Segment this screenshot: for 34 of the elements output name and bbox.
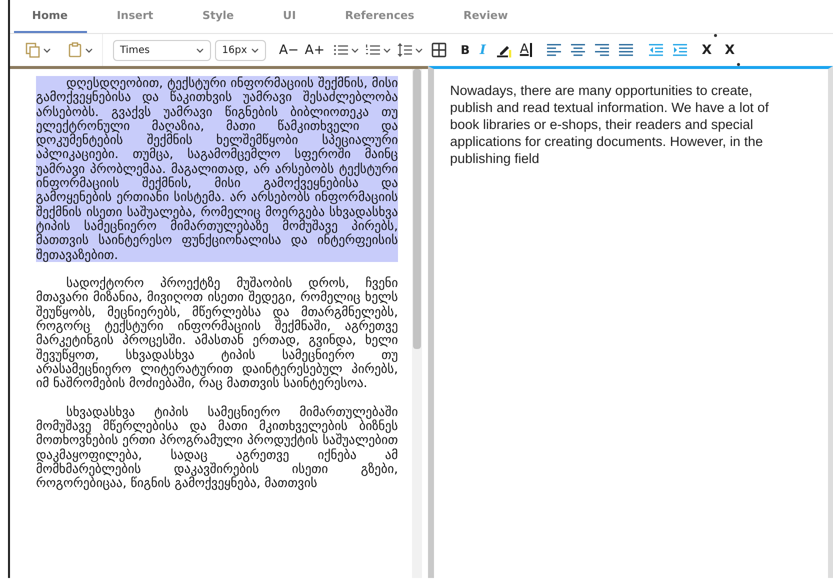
- align-center-icon: [570, 42, 586, 58]
- font-color-button[interactable]: A: [516, 38, 535, 62]
- font-dropdown[interactable]: Times: [113, 40, 211, 60]
- clipboard-icon: [67, 42, 83, 58]
- ribbon-tab[interactable]: Home: [14, 0, 87, 33]
- copy-icon: [25, 42, 41, 58]
- subscript-button[interactable]: X: [722, 38, 743, 62]
- dot-icon: [714, 34, 717, 37]
- bold-button[interactable]: B: [458, 38, 473, 62]
- caret-icon: [251, 48, 259, 52]
- indent-icon: [672, 42, 688, 58]
- align-left-icon: [546, 42, 562, 58]
- justify-icon: [618, 42, 634, 58]
- superscript-button[interactable]: X: [698, 38, 720, 62]
- caret-icon: [85, 48, 93, 52]
- scrollbar[interactable]: [412, 69, 422, 578]
- paragraph: Nowadays, there are many opportunities to create, publish and read textual information. We have a lot of book libraries or e-shops, their readers and special applications for creating documents. However, in the publishing field: [450, 82, 770, 167]
- paragraph: სხვადასხვა ტიპის სამეცნიერო მიმართულებაში მომუშავე მწერლებისა და მათი მკითხველების ბიზნეს მოთხოვნების ერთი პროგრამული პროდუქტის საშუალებით დაკმაყოფილება, სადაც აგრეთვე იქნება ამ მომხმარებლების დაკავშირების ისეთი გზები, როგორებიცაა, წიგნის გამოქვეყნება, მათთვის: [36, 404, 398, 491]
- decrease-font-button[interactable]: A−: [276, 38, 302, 62]
- bullet-list-icon: [332, 42, 349, 58]
- increase-font-button[interactable]: A+: [302, 38, 328, 62]
- outdent-icon: [648, 42, 664, 58]
- table-icon: [430, 42, 447, 58]
- paragraph: სადოქტორო პროექტზე მუშაობის დროს, ჩვენი მთავარი მიზანია, მივიღოთ ისეთი შედეგი, რომელიც ხელს შეუწყობს, მეცნიერებს, მწერლებსა და მთარგმნელებს, როგორც ტექსტური ინფორმაციის შექმნაში, აგრეთვე მარკეტინგის პროცესში. ამასთან ერთად, გვინდა, ხელი შევუწყოთ, სხვადასხვა ტიპის სამეცნიერო თუ არასამეცნიერო ლიტერატურით დაინტერესებულ პირებს, იმ ნაშრომების მოძიებაში, რაც მათთვის საინტერესოა.: [36, 276, 398, 391]
- font-size-dropdown[interactable]: 16px: [215, 40, 266, 60]
- caret-icon: [414, 48, 423, 52]
- caret-icon: [196, 48, 204, 52]
- selected-paragraph: დღესდღეობით, ტექსტური ინფორმაციის შექმნის, მისი გამოქვეყნებისა და წაკითხვის უამრავი შესაძლებლობა არსებობს. გვაქვს უამრავი წიგნების ბიბლიოთეკა თუ ელექტრონული მაღაზია, მათი წამკითხველი და დოკუმენტების შექმნის ხელშემწყობი სპეციალური აპლიკაციები. თუმცა, საგამომცემლო სფეროში მაინც უამრავი პრობლემაა. მაგალითად, არ არსებობს ტექსტური ინფორმაციის შექმნის, მისი გამოქვეყნებისა და გამოყენების ერთიანი სისტემა. არ არსებობს ინფორმაციის შექმნის ისეთი საშუალება, რომელიც მოერგება სხვადასხვა ტიპის სამეცნიერო მიმართულებაზე მომუშავე პირებს, მათთვის საინტერესო ფუნქციონალისა და ინტერფეისის შეთავაზებით.: [36, 76, 398, 262]
- dot-icon: [736, 63, 740, 66]
- line-spacing-icon: [396, 42, 413, 58]
- align-right-icon: [594, 42, 610, 58]
- caret-icon: [43, 48, 51, 52]
- caret-icon: [382, 48, 391, 52]
- caret-icon: [350, 48, 359, 52]
